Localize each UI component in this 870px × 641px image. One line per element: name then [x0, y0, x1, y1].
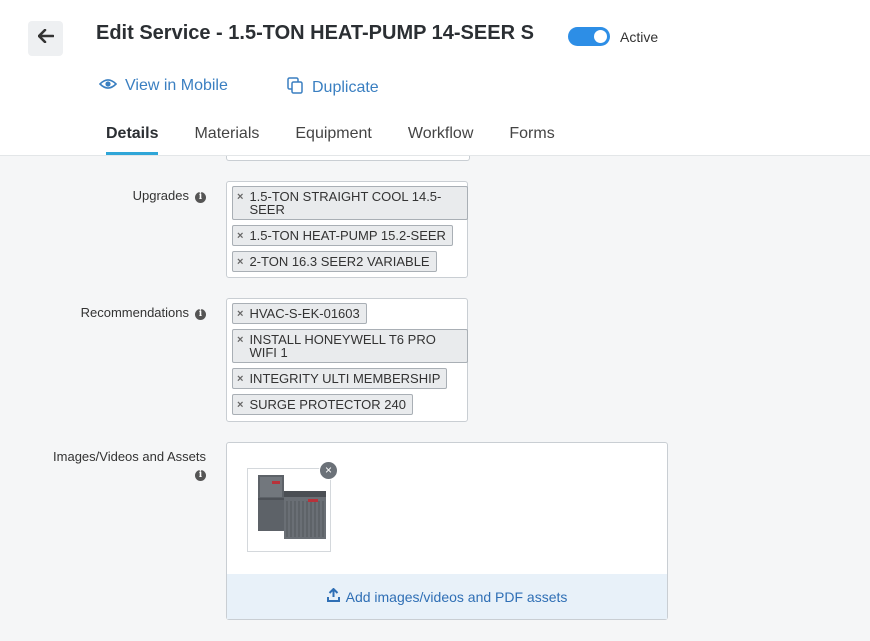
tag-upgrade-3: × 2-TON 16.3 SEER2 VARIABLE	[232, 251, 437, 272]
assets-label-text: Images/Videos and Assets	[53, 449, 206, 464]
view-in-mobile-link[interactable]: View in Mobile	[98, 77, 228, 95]
tag-recommendation-2: × INSTALL HONEYWELL T6 PRO WIFI 1	[232, 329, 468, 363]
active-label: Active	[620, 29, 659, 45]
remove-tag-icon[interactable]: ×	[237, 400, 243, 411]
upgrades-tag-input[interactable]: × 1.5-TON STRAIGHT COOL 14.5-SEER × 1.5-TO…	[226, 181, 468, 278]
tag-recommendation-3: × INTEGRITY ULTI MEMBERSHIP	[232, 368, 448, 389]
hvac-unit-image	[258, 475, 326, 539]
remove-tag-icon[interactable]: ×	[237, 374, 243, 385]
tab-bar: Details Materials Equipment Workflow For…	[106, 124, 591, 155]
info-icon: i	[195, 309, 206, 320]
upgrades-label-text: Upgrades	[132, 188, 189, 203]
recommendations-label: Recommendations i	[40, 305, 206, 321]
copy-icon	[287, 77, 312, 99]
eye-icon	[98, 77, 125, 95]
form-content: Upgrades i × 1.5-TON STRAIGHT COOL 14.5-SE…	[0, 156, 870, 641]
tag-upgrade-1: × 1.5-TON STRAIGHT COOL 14.5-SEER	[232, 186, 468, 220]
tab-forms[interactable]: Forms	[509, 124, 554, 155]
upgrades-label: Upgrades i	[100, 188, 206, 204]
duplicate-label: Duplicate	[312, 79, 379, 96]
active-toggle[interactable]	[568, 27, 610, 46]
tag-label: SURGE PROTECTOR 240	[249, 397, 406, 412]
view-in-mobile-label: View in Mobile	[125, 77, 228, 94]
previous-field-box[interactable]	[226, 156, 470, 161]
info-icon: i	[195, 192, 206, 203]
tab-workflow[interactable]: Workflow	[408, 124, 474, 155]
add-assets-label: Add images/videos and PDF assets	[345, 588, 568, 605]
tag-upgrade-2: × 1.5-TON HEAT-PUMP 15.2-SEER	[232, 225, 453, 246]
tag-label: INTEGRITY ULTI MEMBERSHIP	[249, 371, 441, 386]
upload-icon	[326, 587, 346, 605]
tag-label: 1.5-TON HEAT-PUMP 15.2-SEER	[249, 228, 446, 243]
assets-panel: × Add images/videos and PDF assets	[226, 442, 668, 620]
info-icon: i	[195, 470, 206, 481]
remove-tag-icon[interactable]: ×	[237, 231, 243, 242]
duplicate-link[interactable]: Duplicate	[287, 77, 379, 99]
remove-tag-icon[interactable]: ×	[237, 192, 243, 203]
page-header: Edit Service - 1.5-TON HEAT-PUMP 14-SEER…	[0, 0, 870, 156]
remove-tag-icon[interactable]: ×	[237, 335, 243, 346]
tab-details[interactable]: Details	[106, 124, 159, 155]
tag-label: INSTALL HONEYWELL T6 PRO WIFI 1	[249, 332, 436, 360]
arrow-left-icon	[37, 28, 54, 48]
add-assets-button[interactable]: Add images/videos and PDF assets	[227, 574, 667, 619]
tag-label: HVAC-S-EK-01603	[249, 306, 360, 321]
tag-recommendation-1: × HVAC-S-EK-01603	[232, 303, 367, 324]
remove-tag-icon[interactable]: ×	[237, 257, 243, 268]
remove-asset-button[interactable]: ×	[319, 461, 338, 480]
asset-thumbnail[interactable]	[247, 468, 331, 552]
remove-tag-icon[interactable]: ×	[237, 309, 243, 320]
page-title: Edit Service - 1.5-TON HEAT-PUMP 14-SEER…	[96, 22, 534, 44]
tag-recommendation-4: × SURGE PROTECTOR 240	[232, 394, 413, 415]
tab-equipment[interactable]: Equipment	[295, 124, 372, 155]
back-button[interactable]	[28, 21, 63, 56]
tab-materials[interactable]: Materials	[194, 124, 259, 155]
tag-label: 1.5-TON STRAIGHT COOL 14.5-SEER	[249, 189, 442, 217]
assets-label: Images/Videos and Assets i	[30, 449, 206, 482]
recommendations-tag-input[interactable]: × HVAC-S-EK-01603 × INSTALL HONEYWELL T6 P…	[226, 298, 468, 422]
tag-label: 2-TON 16.3 SEER2 VARIABLE	[249, 254, 430, 269]
toggle-knob	[594, 30, 607, 43]
recommendations-label-text: Recommendations	[80, 305, 189, 320]
